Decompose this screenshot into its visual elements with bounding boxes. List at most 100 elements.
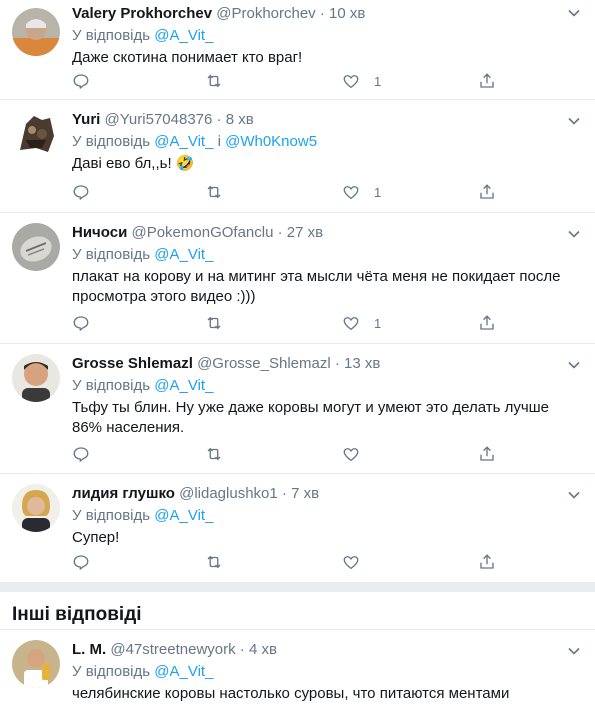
- avatar[interactable]: [12, 640, 60, 688]
- avatar[interactable]: [12, 354, 60, 402]
- reply-mention[interactable]: @A_Vit_: [154, 663, 213, 680]
- retweet-button[interactable]: [205, 70, 223, 92]
- author-name[interactable]: Yuri: [72, 111, 100, 128]
- separator-dot: ·: [334, 355, 340, 372]
- like-button[interactable]: [342, 551, 374, 573]
- author-handle[interactable]: @Prokhorchev: [216, 5, 315, 22]
- author-handle[interactable]: @lidaglushko1: [179, 485, 278, 502]
- share-icon: [480, 315, 494, 330]
- caret-down-icon[interactable]: [567, 358, 581, 372]
- separator-dot: ·: [216, 111, 222, 128]
- share-icon: [480, 73, 494, 88]
- reply-mention[interactable]: @A_Vit_: [154, 377, 213, 394]
- reply-mention[interactable]: @A_Vit_: [154, 507, 213, 524]
- like-icon: [343, 186, 359, 200]
- reply-prefix: У відповідь: [72, 133, 151, 150]
- author-handle[interactable]: @Grosse_Shlemazl: [197, 355, 331, 372]
- like-icon: [343, 448, 359, 462]
- reply-prefix: У відповідь: [72, 27, 151, 44]
- reply-icon: [73, 185, 89, 200]
- reply-button[interactable]: [72, 312, 90, 334]
- tweet-text: Даві ево бл,,ь! 🤣: [72, 155, 195, 172]
- caret-down-icon[interactable]: [567, 227, 581, 241]
- author-name[interactable]: L. M.: [72, 641, 106, 658]
- caret-down-icon[interactable]: [567, 6, 581, 20]
- retweet-button[interactable]: [205, 312, 223, 334]
- reply-tweet[interactable]: L. M. @47streetnewyork · 4 хв У відповід…: [0, 630, 595, 710]
- tweet-actions: 1: [72, 312, 595, 334]
- reply-context: У відповідь @A_Vit_: [72, 662, 583, 682]
- tweet-text: Даже скотина понимает кто враг!: [72, 49, 303, 66]
- share-button[interactable]: [478, 443, 496, 465]
- retweet-icon: [207, 316, 221, 330]
- share-button[interactable]: [478, 70, 496, 92]
- reply-tweet[interactable]: Valery Prokhorchev @Prokhorchev · 10 хв …: [0, 0, 595, 100]
- reply-icon: [73, 555, 89, 570]
- timestamp[interactable]: 4 хв: [249, 641, 277, 658]
- timestamp[interactable]: 27 хв: [287, 224, 323, 241]
- reply-context: У відповідь @A_Vit_: [72, 245, 583, 265]
- share-button[interactable]: [478, 312, 496, 334]
- separator-dot: ·: [277, 224, 283, 241]
- tweet-text: челябинские коровы настолько суровы, что…: [72, 685, 510, 702]
- retweet-icon: [207, 185, 221, 199]
- caret-down-icon[interactable]: [567, 644, 581, 658]
- retweet-button[interactable]: [205, 551, 223, 573]
- author-name[interactable]: Ничоси: [72, 224, 127, 241]
- avatar[interactable]: [12, 484, 60, 532]
- retweet-icon: [207, 74, 221, 88]
- separator-dot: ·: [319, 5, 325, 22]
- timestamp[interactable]: 8 хв: [226, 111, 254, 128]
- reply-tweet[interactable]: лидия глушко @lidaglushko1 · 7 хв У відп…: [0, 474, 595, 582]
- retweet-icon: [207, 555, 221, 569]
- like-icon: [343, 75, 359, 89]
- timestamp[interactable]: 10 хв: [329, 5, 365, 22]
- reply-mention-2[interactable]: @Wh0Know5: [225, 133, 317, 150]
- reply-button[interactable]: [72, 70, 90, 92]
- separator-dot: ·: [281, 485, 287, 502]
- reply-mention[interactable]: @A_Vit_: [154, 246, 213, 263]
- reply-mention[interactable]: @A_Vit_: [154, 27, 213, 44]
- like-button[interactable]: 1: [342, 181, 381, 203]
- tweet-actions: 1: [72, 181, 595, 203]
- like-count: 1: [374, 315, 382, 331]
- reply-prefix: У відповідь: [72, 663, 151, 680]
- avatar[interactable]: [12, 110, 60, 158]
- share-button[interactable]: [478, 551, 496, 573]
- timestamp[interactable]: 7 хв: [291, 485, 319, 502]
- share-icon: [480, 554, 494, 569]
- like-button[interactable]: [342, 443, 374, 465]
- reply-tweet[interactable]: Grosse Shlemazl @Grosse_Shlemazl · 13 хв…: [0, 344, 595, 474]
- avatar[interactable]: [12, 8, 60, 56]
- retweet-button[interactable]: [205, 443, 223, 465]
- author-name[interactable]: лидия глушко: [72, 485, 175, 502]
- reply-prefix: У відповідь: [72, 377, 151, 394]
- avatar[interactable]: [12, 223, 60, 271]
- reply-button[interactable]: [72, 443, 90, 465]
- timestamp[interactable]: 13 хв: [344, 355, 380, 372]
- caret-down-icon[interactable]: [567, 488, 581, 502]
- share-button[interactable]: [478, 181, 496, 203]
- reply-tweet[interactable]: Ничоси @PokemonGOfanclu · 27 хв У відпов…: [0, 213, 595, 344]
- reply-context: У відповідь @A_Vit_ і @Wh0Know5: [72, 132, 583, 152]
- reply-and: і: [217, 133, 221, 150]
- author-name[interactable]: Valery Prokhorchev: [72, 5, 212, 22]
- author-handle[interactable]: @PokemonGOfanclu: [131, 224, 273, 241]
- caret-down-icon[interactable]: [567, 114, 581, 128]
- tweet-text: Супер!: [72, 529, 120, 546]
- author-name[interactable]: Grosse Shlemazl: [72, 355, 193, 372]
- like-button[interactable]: 1: [342, 312, 381, 334]
- reply-tweet[interactable]: Yuri @Yuri57048376 · 8 хв У відповідь @A…: [0, 100, 595, 213]
- reply-context: У відповідь @A_Vit_: [72, 376, 583, 396]
- retweet-button[interactable]: [205, 181, 223, 203]
- like-button[interactable]: 1: [342, 70, 381, 92]
- like-count: 1: [374, 184, 382, 200]
- reply-button[interactable]: [72, 181, 90, 203]
- author-handle[interactable]: @47streetnewyork: [110, 641, 235, 658]
- share-icon: [480, 446, 494, 461]
- reply-button[interactable]: [72, 551, 90, 573]
- reply-prefix: У відповідь: [72, 246, 151, 263]
- reply-mention[interactable]: @A_Vit_: [154, 133, 213, 150]
- like-icon: [343, 556, 359, 570]
- author-handle[interactable]: @Yuri57048376: [105, 111, 213, 128]
